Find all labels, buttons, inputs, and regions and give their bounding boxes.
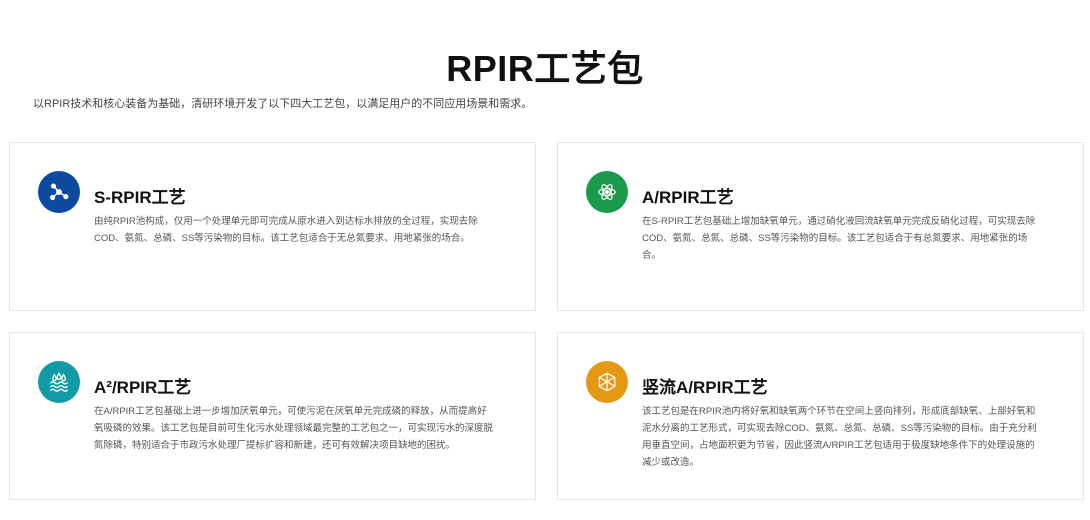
page-subtitle: 以RPIR技术和核心装备为基础，清研环境开发了以下四大工艺包，以满足用户的不同应… bbox=[33, 98, 533, 110]
water-icon bbox=[38, 361, 80, 403]
card-description: 在A/RPIR工艺包基础上进一步增加厌氧单元，可使污泥在厌氧单元完成磷的释放，从… bbox=[94, 406, 494, 451]
card-title: 竖流A/RPIR工艺 bbox=[642, 378, 768, 397]
card-description: 在S-RPIR工艺包基础上增加缺氧单元，通过硝化液回流缺氧单元完成反硝化过程，可… bbox=[642, 216, 1036, 261]
page: RPIR工艺包 以RPIR技术和核心装备为基础，清研环境开发了以下四大工艺包，以… bbox=[0, 0, 1090, 520]
page-title: RPIR工艺包 bbox=[446, 48, 644, 89]
process-card-a2-rpir[interactable]: A²/RPIR工艺 在A/RPIR工艺包基础上进一步增加厌氧单元，可使污泥在厌氧… bbox=[9, 332, 536, 500]
molecule-icon bbox=[38, 171, 80, 213]
process-card-a-rpir[interactable]: A/RPIR工艺 在S-RPIR工艺包基础上增加缺氧单元，通过硝化液回流缺氧单元… bbox=[557, 142, 1084, 311]
card-description: 该工艺包是在RPIR池内将好氧和缺氧两个环节在空间上竖向排列，形成底部缺氧、上部… bbox=[642, 406, 1037, 468]
cube-icon bbox=[586, 361, 628, 403]
atom-icon bbox=[586, 171, 628, 213]
card-title: S-RPIR工艺 bbox=[94, 188, 186, 207]
card-title: A/RPIR工艺 bbox=[642, 188, 734, 207]
process-card-s-rpir[interactable]: S-RPIR工艺 由纯RPIR池构成，仅用一个处理单元即可完成从原水进入到达标水… bbox=[9, 142, 536, 311]
process-card-vertical-a-rpir[interactable]: 竖流A/RPIR工艺 该工艺包是在RPIR池内将好氧和缺氧两个环节在空间上竖向排… bbox=[557, 332, 1084, 500]
card-title: A²/RPIR工艺 bbox=[94, 378, 192, 397]
card-description: 由纯RPIR池构成，仅用一个处理单元即可完成从原水进入到达标水排放的全过程，实现… bbox=[94, 216, 478, 244]
